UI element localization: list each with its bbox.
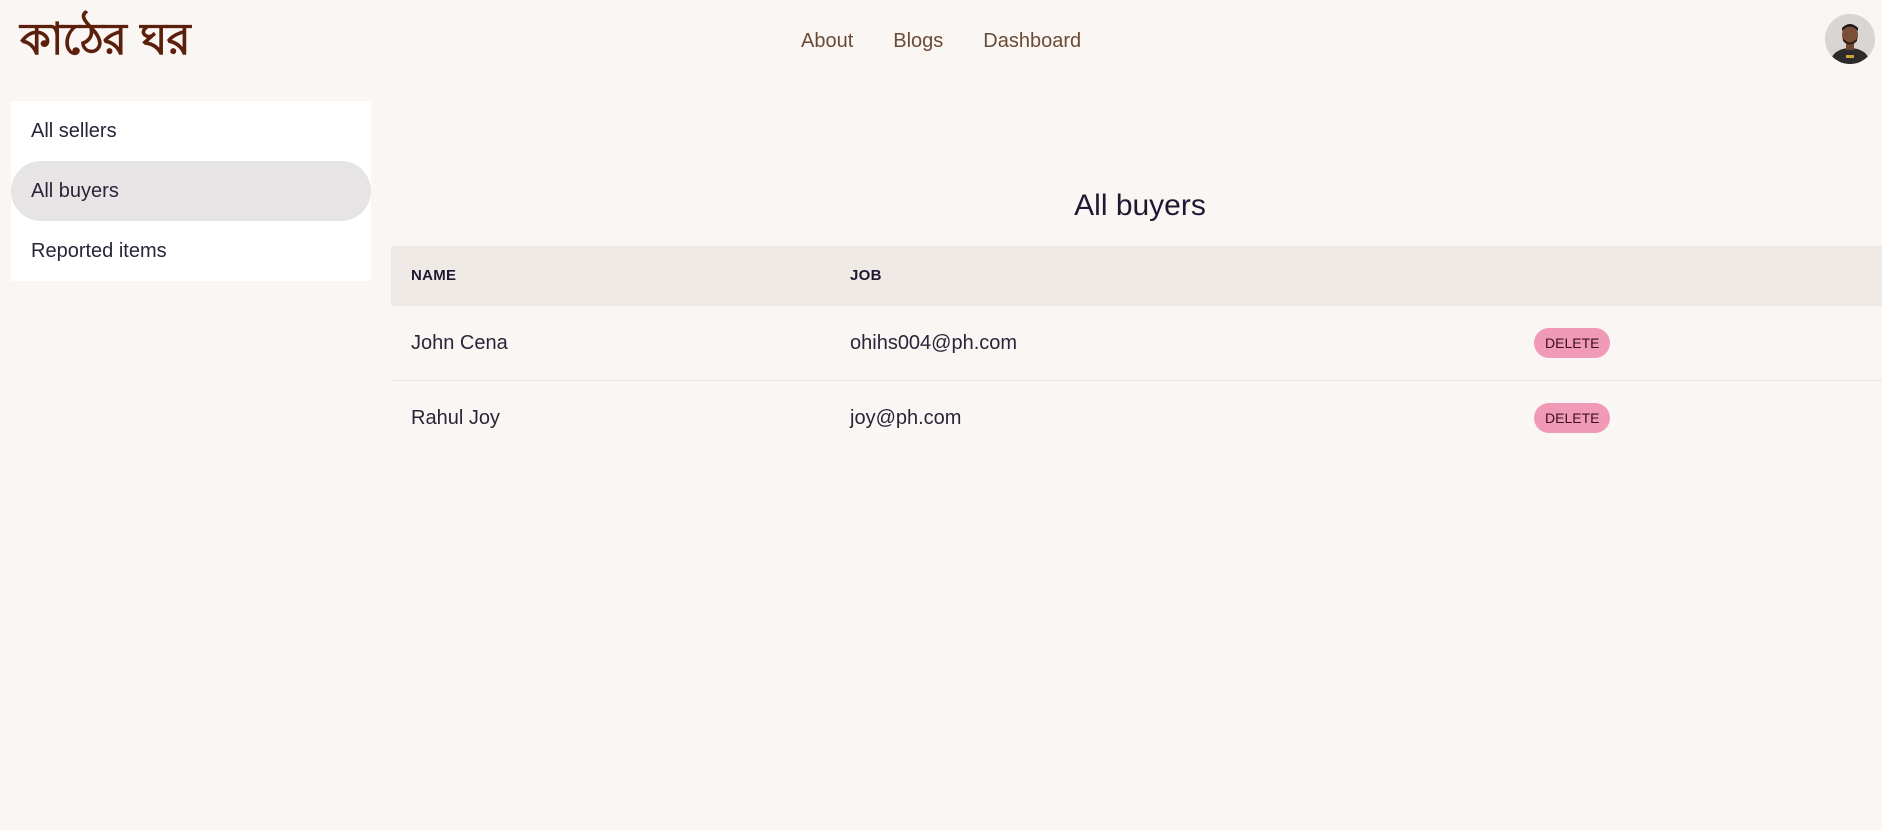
buyer-email: ohihs004@ph.com — [850, 332, 1018, 354]
avatar-image — [1825, 14, 1875, 64]
sidebar-item-all-buyers[interactable]: All buyers — [11, 161, 371, 221]
page-title: All buyers — [1074, 189, 1206, 222]
nav-link-dashboard[interactable]: Dashboard — [983, 28, 1081, 54]
column-header-job: JOB — [850, 267, 882, 284]
buyer-name: John Cena — [411, 332, 508, 354]
brand-logo[interactable]: কাঠের ঘর — [20, 14, 191, 66]
buyer-email: joy@ph.com — [850, 407, 962, 429]
buyer-name: Rahul Joy — [411, 407, 500, 429]
user-avatar-icon[interactable] — [1825, 14, 1875, 64]
nav-link-about[interactable]: About — [801, 28, 853, 54]
table-header: NAME JOB — [391, 246, 1882, 306]
buyers-table: NAME JOB John Cena ohihs004@ph.com DELET… — [391, 246, 1882, 455]
nav-link-blogs[interactable]: Blogs — [893, 28, 943, 54]
table-row: Rahul Joy joy@ph.com DELETE — [391, 381, 1882, 455]
sidebar-item-reported-items[interactable]: Reported items — [11, 221, 371, 281]
dashboard-sidebar: All sellers All buyers Reported items — [11, 101, 371, 281]
table-row: John Cena ohihs004@ph.com DELETE — [391, 306, 1882, 381]
main-nav: About Blogs Dashboard — [801, 28, 1121, 54]
delete-button[interactable]: DELETE — [1534, 403, 1611, 433]
column-header-name: NAME — [411, 267, 457, 284]
delete-button[interactable]: DELETE — [1534, 328, 1611, 358]
navbar: কাঠের ঘর About Blogs Dashboard — [0, 0, 1882, 82]
sidebar-item-all-sellers[interactable]: All sellers — [11, 101, 371, 161]
